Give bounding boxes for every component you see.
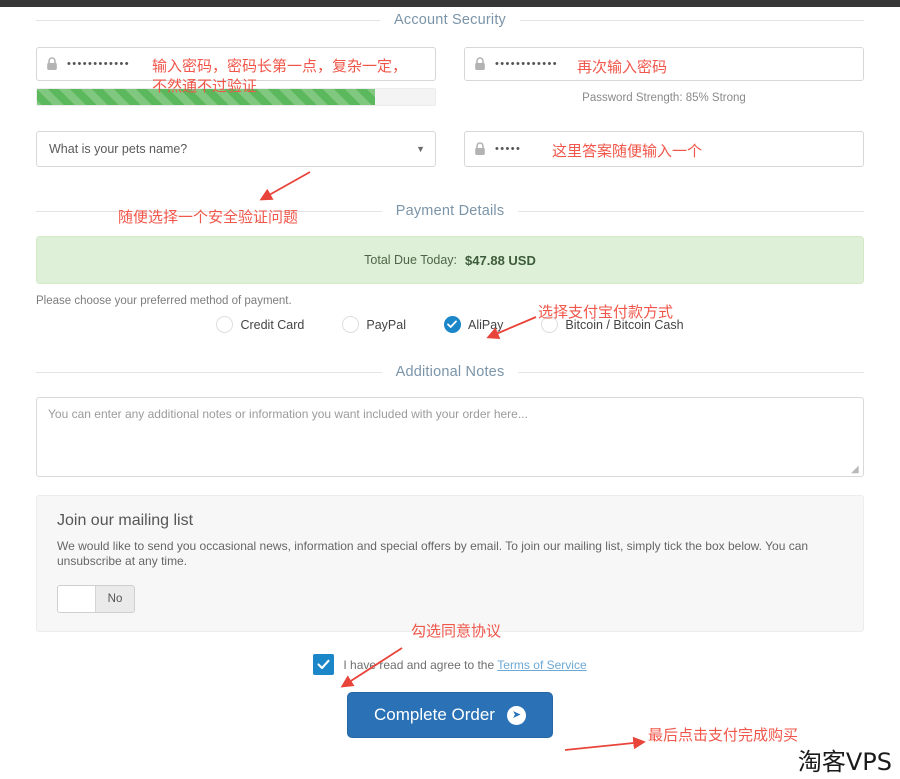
security-question-selected-value: What is your pets name?	[49, 142, 188, 156]
check-icon	[317, 659, 330, 670]
payment-method-option[interactable]: Bitcoin / Bitcoin Cash	[541, 316, 684, 333]
header-rule-left	[36, 371, 382, 373]
additional-notes-placeholder: You can enter any additional notes or in…	[48, 407, 528, 421]
security-answer-column: •••••	[464, 131, 864, 167]
terms-of-service-link[interactable]: Terms of Service	[497, 658, 586, 672]
payment-method-option[interactable]: AliPay	[443, 316, 504, 333]
radio-unchecked-icon[interactable]	[541, 316, 559, 333]
confirm-password-column: •••••••••••• Password Strength: 85% Stro…	[464, 47, 864, 106]
terms-checkbox[interactable]	[313, 654, 335, 675]
payment-method-label: Bitcoin / Bitcoin Cash	[565, 317, 684, 332]
lock-icon	[37, 57, 67, 71]
password-field[interactable]: ••••••••••••	[36, 47, 436, 81]
mailing-list-toggle[interactable]: No	[57, 585, 135, 613]
header-rule-right	[520, 19, 864, 21]
security-answer-field[interactable]: •••••	[464, 131, 864, 167]
terms-text: I have read and agree to the Terms of Se…	[343, 658, 586, 672]
total-due-box: Total Due Today: $47.88 USD	[36, 236, 864, 284]
header-rule-right	[518, 371, 865, 373]
password-strength-fill	[37, 89, 376, 105]
additional-notes-textarea[interactable]: You can enter any additional notes or in…	[36, 397, 864, 477]
confirm-password-field[interactable]: ••••••••••••	[464, 47, 864, 81]
password-row: •••••••••••• •••••••••••• Password Stren…	[36, 47, 864, 106]
mailing-list-description: We would like to send you occasional new…	[57, 539, 809, 568]
section-title-account-security: Account Security	[394, 12, 506, 28]
payment-method-option[interactable]: Credit Card	[216, 316, 304, 333]
chevron-down-icon: ▼	[416, 144, 425, 154]
mailing-list-title: Join our mailing list	[57, 512, 194, 529]
payment-method-label: PayPal	[366, 317, 406, 332]
header-rule-left	[36, 19, 380, 21]
submit-row: Complete Order ➤	[0, 692, 900, 738]
lock-icon	[465, 57, 495, 71]
resize-grip-icon[interactable]: ◢	[851, 465, 861, 475]
complete-order-button[interactable]: Complete Order ➤	[347, 692, 553, 738]
password-strength-bar	[36, 88, 436, 106]
radio-unchecked-icon[interactable]	[342, 316, 360, 333]
arrow-right-circle-icon: ➤	[506, 705, 526, 725]
radio-checked-icon[interactable]	[443, 316, 461, 333]
radio-unchecked-icon[interactable]	[216, 316, 234, 333]
payment-method-radio-group: Credit Card PayPal AliPay Bitcoin / Bitcoin…	[36, 316, 864, 333]
complete-order-label: Complete Order	[374, 705, 495, 724]
total-due-amount: $47.88 USD	[465, 252, 536, 268]
toggle-knob	[58, 586, 96, 612]
payment-method-hint: Please choose your preferred method of p…	[36, 295, 292, 307]
security-question-column: What is your pets name? ▼	[36, 131, 436, 167]
terms-agreement-row: I have read and agree to the Terms of Se…	[0, 654, 900, 675]
password-strength-text: Password Strength: 85% Strong	[582, 92, 746, 104]
confirm-password-masked-value: ••••••••••••	[495, 58, 559, 70]
arrow-complete-order	[564, 736, 646, 751]
header-rule-left	[36, 210, 382, 212]
section-header-payment-details: Payment Details	[36, 198, 865, 224]
section-header-account-security: Account Security	[36, 7, 864, 33]
top-dark-bar	[0, 0, 900, 7]
security-question-row: What is your pets name? ▼ •••••	[36, 131, 864, 167]
watermark: 淘客VPS	[797, 748, 892, 776]
password-column: ••••••••••••	[36, 47, 436, 106]
section-title-payment-details: Payment Details	[395, 203, 505, 219]
security-answer-masked-value: •••••	[495, 143, 522, 155]
terms-text-before: I have read and agree to the	[343, 657, 498, 672]
payment-method-label: AliPay	[467, 317, 504, 332]
mailing-list-panel: Join our mailing list We would like to s…	[36, 495, 864, 632]
lock-icon	[465, 142, 495, 156]
header-rule-right	[518, 210, 865, 212]
total-due-label: Total Due Today:	[364, 253, 458, 267]
checkout-page: Account Security •••••••••••• ••••••••••…	[0, 0, 900, 779]
page-content: Account Security •••••••••••• ••••••••••…	[0, 7, 900, 738]
security-question-select[interactable]: What is your pets name? ▼	[36, 131, 436, 167]
toggle-state-label: No	[107, 593, 123, 605]
password-masked-value: ••••••••••••	[67, 58, 131, 70]
payment-method-label: Credit Card	[240, 317, 305, 332]
section-title-additional-notes: Additional Notes	[395, 364, 505, 380]
section-header-additional-notes: Additional Notes	[36, 359, 865, 385]
payment-method-option[interactable]: PayPal	[342, 316, 406, 333]
